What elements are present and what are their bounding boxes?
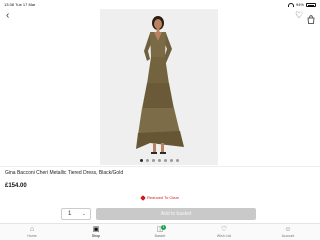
- tab-label: Wish List: [216, 234, 232, 238]
- product-image[interactable]: [100, 9, 218, 165]
- add-to-basket-button[interactable]: Add to basket: [96, 208, 256, 220]
- tab-label: Shop: [91, 234, 101, 238]
- gallery-dot[interactable]: [175, 159, 179, 162]
- wifi-icon: [287, 2, 294, 7]
- gallery-dot[interactable]: [163, 159, 167, 162]
- battery-percent: 94%: [295, 2, 304, 7]
- battery-icon: [306, 2, 316, 7]
- tab-wishlist[interactable]: ♡ Wish List: [192, 224, 256, 240]
- status-right: 94%: [287, 0, 316, 9]
- chevron-left-icon[interactable]: ‹: [6, 10, 16, 22]
- divider: [0, 166, 320, 167]
- tab-basket[interactable]: ◫ 1 Basket: [128, 224, 192, 240]
- tab-home[interactable]: ⌂ Home: [0, 224, 64, 240]
- heart-icon: ♡: [220, 226, 228, 233]
- account-icon: ☺: [284, 226, 292, 233]
- gallery-dot[interactable]: [145, 159, 149, 162]
- tab-account[interactable]: ☺ Account: [256, 224, 320, 240]
- quantity-select[interactable]: 1 ⌄: [61, 208, 91, 220]
- shop-icon: ▣: [92, 226, 100, 233]
- dress-model-illustration: [100, 9, 218, 165]
- tab-label: Home: [27, 234, 37, 238]
- gallery-dot[interactable]: [169, 159, 173, 162]
- tab-shop[interactable]: ▣ Shop: [64, 224, 128, 240]
- status-bar: 13:38 Tue 17 Mar 94%: [0, 0, 320, 9]
- gallery-dot[interactable]: [139, 159, 143, 162]
- product-price: £154.00: [5, 183, 27, 189]
- status-time: 13:38 Tue 17 Mar: [4, 2, 36, 7]
- tag-icon: [140, 195, 146, 201]
- product-title: Gina Bacconi Cheri Metallic Tiered Dress…: [5, 170, 124, 176]
- gallery-dot[interactable]: [157, 159, 161, 162]
- bottom-tab-bar: ⌂ Home ▣ Shop ◫ 1 Basket ♡ Wish List ☺ A…: [0, 223, 320, 240]
- quantity-value: 1: [68, 211, 72, 217]
- reduced-label: Reduced To Clear: [147, 195, 179, 200]
- tab-label: Basket: [154, 234, 166, 238]
- chevron-down-icon: ⌄: [81, 211, 86, 217]
- tab-label: Account: [281, 234, 295, 238]
- gallery-dot[interactable]: [151, 159, 155, 162]
- home-icon: ⌂: [29, 226, 35, 233]
- basket-count-badge: 1: [161, 225, 166, 230]
- gallery-pagination[interactable]: [100, 159, 218, 162]
- heart-icon[interactable]: ♡: [295, 11, 304, 20]
- bag-icon[interactable]: [307, 11, 315, 24]
- reduced-notice: Reduced To Clear: [0, 195, 320, 201]
